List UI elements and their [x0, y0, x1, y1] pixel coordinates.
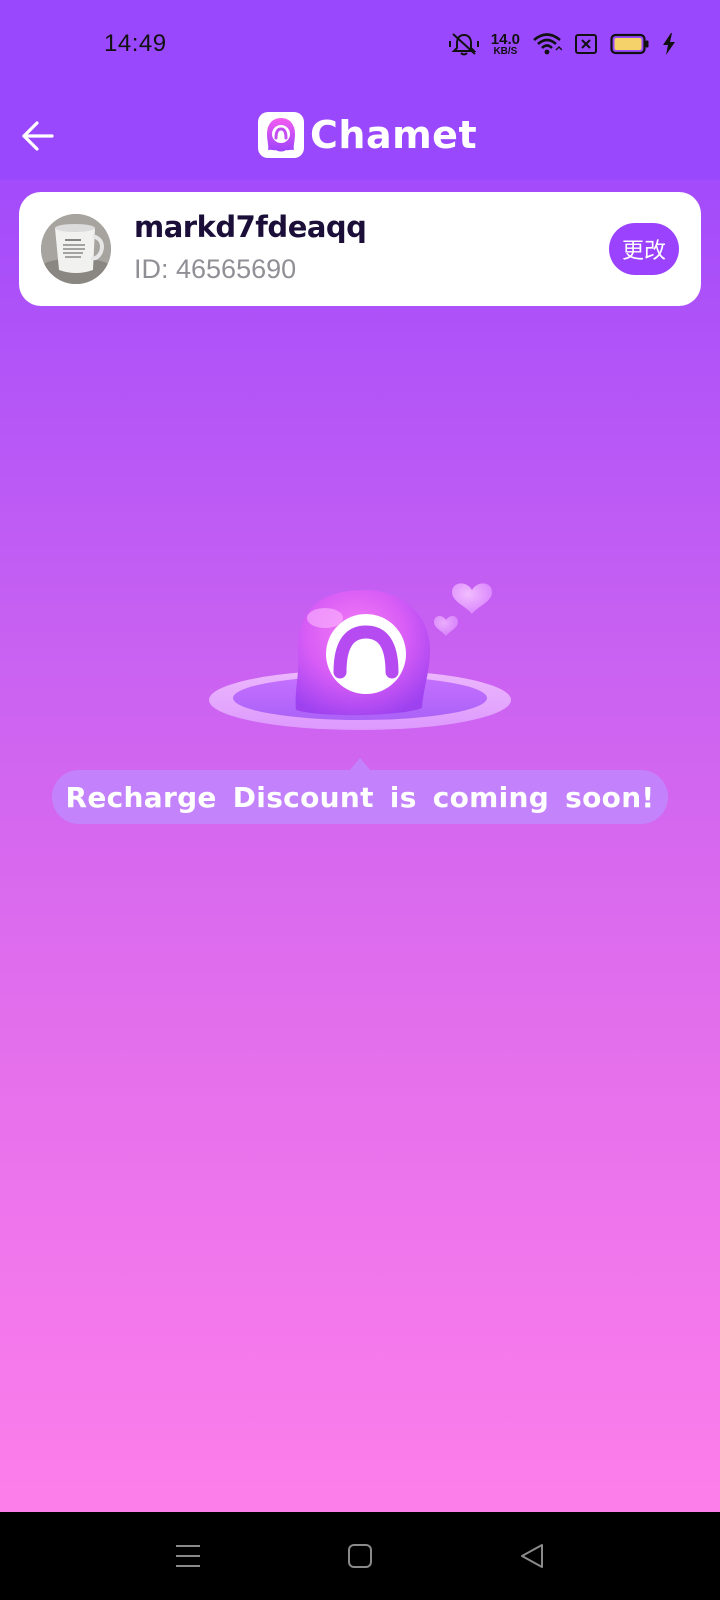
avatar[interactable]	[41, 214, 111, 284]
nav-menu-button[interactable]	[166, 1534, 210, 1578]
app-name: Chamet	[310, 113, 478, 157]
status-time: 14:49	[104, 30, 167, 57]
menu-icon	[176, 1545, 200, 1567]
top-app-bar: Chamet	[0, 90, 720, 180]
back-icon	[521, 1544, 543, 1568]
app-brand: Chamet	[258, 108, 477, 162]
account-card: markd7fdeaqq ID: 46565690 更改	[19, 192, 701, 306]
home-icon	[348, 1544, 372, 1568]
status-icons: 14.0 KB/S	[448, 28, 676, 60]
wifi-icon	[532, 32, 562, 56]
change-account-button[interactable]: 更改	[609, 223, 679, 275]
nav-home-button[interactable]	[338, 1534, 382, 1578]
charging-icon	[662, 32, 676, 56]
bell-off-icon	[448, 31, 479, 57]
battery-icon	[610, 33, 650, 55]
nav-back-button[interactable]	[510, 1534, 554, 1578]
chamet-logo-icon	[258, 112, 304, 158]
net-speed-unit: KB/S	[493, 45, 518, 57]
coming-soon-message: Recharge Discount is coming soon!	[52, 758, 668, 824]
net-speed-indicator: 14.0 KB/S	[491, 32, 520, 57]
coming-soon-text: Recharge Discount is coming soon!	[65, 780, 655, 814]
sim-blocked-icon	[574, 33, 598, 55]
status-bar: 14:49 14.0 KB/S	[0, 0, 720, 90]
username: markd7fdeaqq	[134, 210, 367, 244]
arrow-left-icon	[22, 121, 54, 151]
net-speed-value: 14.0	[490, 30, 520, 48]
system-nav-bar	[0, 1512, 720, 1600]
empty-state-illustration	[200, 560, 520, 740]
back-button[interactable]	[14, 112, 62, 160]
user-id: ID: 46565690	[134, 254, 297, 284]
